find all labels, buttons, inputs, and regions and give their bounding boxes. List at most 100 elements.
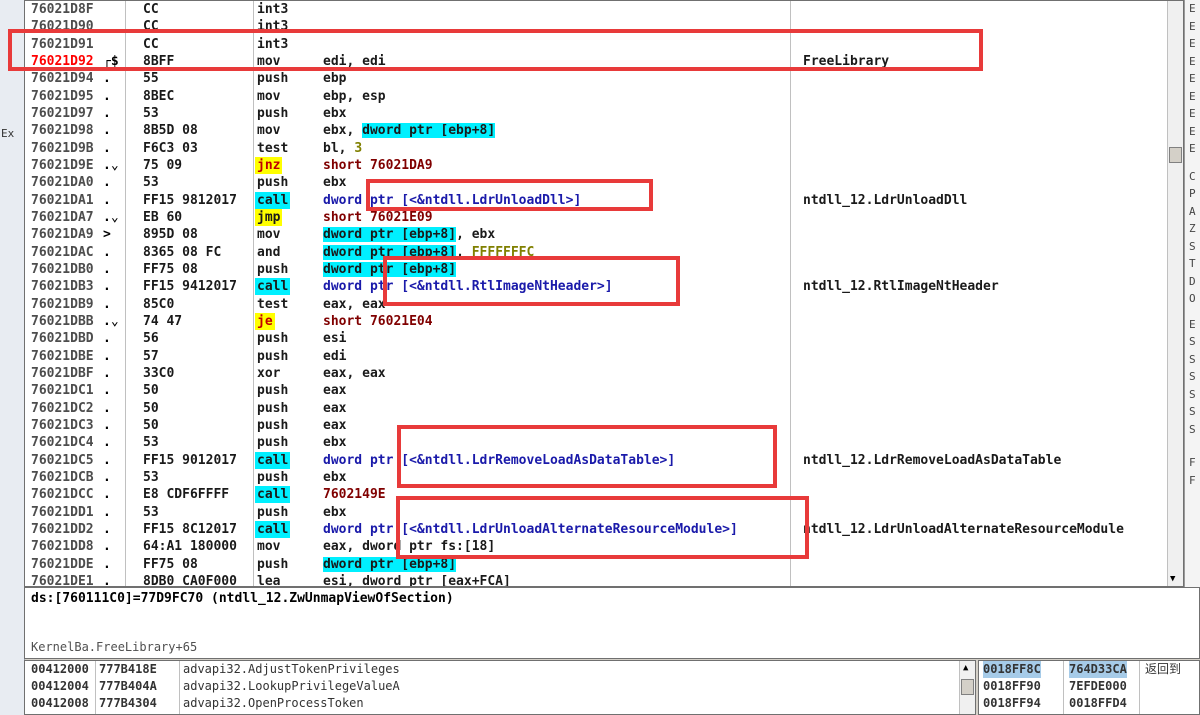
disasm-row[interactable]: 76021DC1. 50 push eax [25, 382, 1183, 399]
disasm-row[interactable]: 76021DD8. 64:A1 180000 mov eax, dword ptr f… [25, 538, 1183, 555]
disasm-row[interactable]: 76021DA7 .⌄ EB 60 jmp short 76021E09 [25, 208, 1183, 226]
disasm-mnemonic: jnz [255, 156, 283, 174]
disassembly-pane[interactable]: 76021D8F CC int3 76021D90 CC int3 76021D91 CC in… [24, 0, 1184, 587]
stack-pane[interactable]: 0018FF8C 764D33CA 返回到 0018FF90 7EFDE000 0018F… [978, 660, 1200, 715]
register-flag-letter: E [1189, 2, 1196, 15]
disasm-row[interactable]: 76021D8F CC int3 [25, 1, 1183, 18]
scrollbar-thumb[interactable] [961, 679, 974, 695]
disasm-bytes: 56 [143, 331, 159, 347]
disasm-address: 76021DBD [31, 331, 94, 347]
disasm-operand: ebp, esp [323, 88, 386, 105]
disasm-row[interactable]: 76021DDE. FF75 08 push dword ptr [ebp+8] [25, 556, 1183, 573]
dump-row[interactable]: 00412004 777B404A advapi32.LookupPrivilege… [25, 678, 959, 695]
disasm-address: 76021DBB [31, 313, 94, 329]
disasm-row[interactable]: 76021DC4. 53 push ebx [25, 434, 1183, 451]
disasm-row[interactable]: 76021D92 ┌$ 8BFF mov edi, edi FreeLibrary [25, 53, 1183, 70]
background-window-label: Ex [1, 127, 15, 140]
info-operand-value: ds:[760111C0]=77D9FC70 (ntdll_12.ZwUnmap… [31, 591, 454, 606]
disasm-row[interactable]: 76021DD1. 53 push ebx [25, 504, 1183, 521]
dump-address: 00412008 [31, 696, 89, 710]
disasm-row[interactable]: 76021DBE. 57 push edi [25, 348, 1183, 365]
disasm-operand: esi [323, 330, 346, 347]
disasm-row[interactable]: 76021DC5. FF15 9012017 call dword ptr [<&nt… [25, 451, 1183, 469]
scrollbar-thumb[interactable] [1169, 147, 1182, 163]
disasm-flow-marker: . [103, 331, 111, 347]
disasm-operand: dword ptr [ebp+8] [323, 556, 457, 573]
register-flag-letter: P [1189, 187, 1196, 200]
disasm-flow-marker: . [103, 279, 111, 295]
stack-row[interactable]: 0018FF94 0018FFD4 [979, 695, 1199, 712]
disasm-operand: ebx [323, 504, 346, 521]
operand-memory-ref: dword ptr [ebp+8] [323, 227, 457, 243]
dump-scrollbar[interactable]: ▲ [959, 661, 975, 714]
disasm-row[interactable]: 76021D90 CC int3 [25, 18, 1183, 35]
disasm-operand: bl, 3 [323, 140, 362, 157]
disasm-row[interactable]: 76021D9B. F6C3 03 test bl, 3 [25, 140, 1183, 157]
scroll-down-arrow-icon[interactable]: ▼ [1170, 574, 1175, 584]
disasm-mnemonic: xor [257, 365, 281, 381]
disasm-operand: eax, eax [323, 296, 386, 313]
operand-text: dword ptr [<&ntdll.LdrUnloadAlternateRes… [323, 521, 738, 537]
disasm-row[interactable]: 76021DAC. 8365 08 FC and dword ptr [ebp+8],… [25, 244, 1183, 261]
disasm-bytes: 8B5D 08 [143, 123, 198, 139]
disasm-row[interactable]: 76021DA1. FF15 9812017 call dword ptr [<&nt… [25, 191, 1183, 209]
operand-text: eax, eax [323, 296, 386, 312]
disasm-row[interactable]: 76021DBB .⌄ 74 47 je short 76021E04 [25, 312, 1183, 330]
disasm-row[interactable]: 76021DCB. 53 push ebx [25, 469, 1183, 486]
register-flag-letter: E [1189, 72, 1196, 85]
disasm-mnemonic: and [257, 244, 281, 260]
disasm-mnemonic: push [257, 435, 289, 451]
dump-row[interactable]: 00412000 777B418E advapi32.AdjustTokenPriv… [25, 661, 959, 678]
stack-row[interactable]: 0018FF8C 764D33CA 返回到 [979, 661, 1199, 678]
disasm-row[interactable]: 76021DBF. 33C0 xor eax, eax [25, 365, 1183, 382]
disasm-operand: eax, eax [323, 365, 386, 382]
disasm-address: 76021DA1 [31, 192, 94, 208]
disasm-row[interactable]: 76021DA9 >895D 08 mov dword ptr [ebp+8], eb… [25, 226, 1183, 243]
disasm-row[interactable]: 76021DC3. 50 push eax [25, 417, 1183, 434]
disasm-row[interactable]: 76021DE1. 8DB0 CA0F000 lea esi, dword ptr [… [25, 573, 1183, 586]
disassembly-scrollbar[interactable]: ▼ [1167, 1, 1183, 586]
operand-text: , [456, 244, 472, 260]
disasm-row[interactable]: 76021DA0. 53 push ebx [25, 174, 1183, 191]
stack-address: 0018FF8C [983, 661, 1041, 678]
disasm-row[interactable]: 76021DCC. E8 CDF6FFFF call 7602149E [25, 486, 1183, 504]
disasm-row[interactable]: 76021D9E .⌄ 75 09 jnz short 76021DA9 [25, 156, 1183, 174]
disasm-row[interactable]: 76021D91 CC int3 [25, 36, 1183, 53]
disasm-flow-marker: .⌄ [103, 313, 119, 329]
disasm-row[interactable]: 76021D97. 53 push ebx [25, 105, 1183, 122]
disasm-address: 76021D8F [31, 2, 94, 17]
disasm-address: 76021D92 [31, 53, 94, 69]
disasm-flow-marker: . [103, 469, 111, 485]
disasm-address: 76021D90 [31, 19, 94, 35]
dump-pane[interactable]: 00412000 777B418E advapi32.AdjustTokenPriv… [24, 660, 976, 715]
disasm-bytes: 53 [143, 175, 159, 191]
disasm-bytes: 8365 08 FC [143, 244, 222, 260]
stack-row[interactable]: 0018FF90 7EFDE000 [979, 678, 1199, 695]
disasm-operand: dword ptr [<&ntdll.LdrRemoveLoadAsDataTa… [323, 452, 675, 469]
register-flag-letter: E [1189, 107, 1196, 120]
operand-text: short 76021E09 [323, 209, 433, 225]
disasm-address: 76021D94 [31, 71, 94, 87]
disasm-row[interactable]: 76021D94. 55 push ebp [25, 70, 1183, 87]
disasm-row[interactable]: 76021DC2. 50 push eax [25, 400, 1183, 417]
disasm-bytes: FF15 9412017 [143, 279, 237, 295]
register-flag-letter: T [1189, 257, 1196, 270]
disasm-bytes: FF15 9812017 [143, 192, 237, 208]
disasm-row[interactable]: 76021D95. 8BEC mov ebp, esp [25, 88, 1183, 105]
operand-text: , ebx [456, 227, 496, 243]
disasm-bytes: 85C0 [143, 296, 175, 312]
disasm-row[interactable]: 76021D98. 8B5D 08 mov ebx, dword ptr [ebp+8… [25, 122, 1183, 139]
disasm-mnemonic: push [257, 261, 289, 277]
scroll-up-arrow-icon[interactable]: ▲ [963, 663, 968, 673]
register-flag-letter: S [1189, 387, 1196, 401]
disasm-row[interactable]: 76021DBD. 56 push esi [25, 330, 1183, 347]
disasm-mnemonic: push [257, 417, 289, 433]
disasm-row[interactable]: 76021DB0. FF75 08 push dword ptr [ebp+8] [25, 261, 1183, 278]
dump-row[interactable]: 00412008 777B4304 advapi32.OpenProcessToke… [25, 695, 959, 712]
disasm-row[interactable]: 76021DD2. FF15 8C12017 call dword ptr [<&nt… [25, 520, 1183, 538]
disasm-row[interactable]: 76021DB9. 85C0 test eax, eax [25, 296, 1183, 313]
disasm-bytes: FF75 08 [143, 261, 198, 277]
disasm-mnemonic: push [257, 348, 289, 364]
disasm-row[interactable]: 76021DB3. FF15 9412017 call dword ptr [<&nt… [25, 278, 1183, 296]
disasm-flow-marker: . [103, 383, 111, 399]
